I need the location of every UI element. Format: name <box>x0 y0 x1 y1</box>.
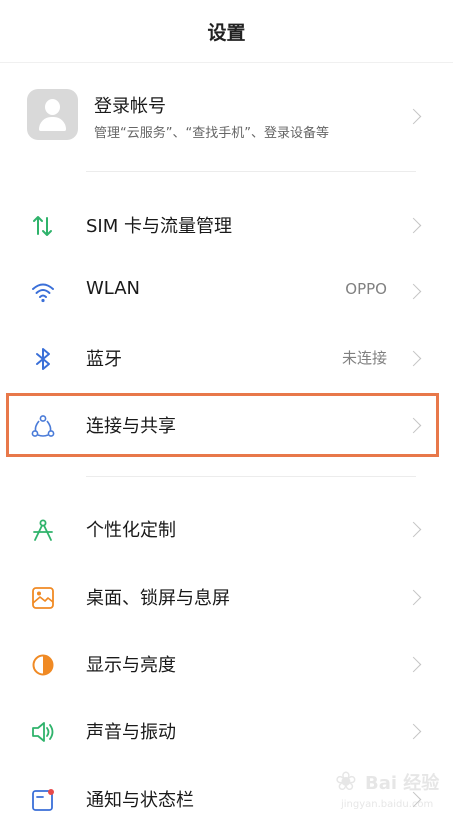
account-login-row[interactable]: 登录帐号 管理“云服务”、“查找手机”、登录设备等 <box>0 78 453 156</box>
settings-item-label: WLAN <box>86 278 141 299</box>
highlight-box <box>6 393 439 457</box>
settings-item-label: 通知与状态栏 <box>86 790 194 811</box>
settings-item-label: 桌面、锁屏与息屏 <box>86 588 230 609</box>
watermark-url: jingyan.baidu.com <box>341 799 434 810</box>
personalization-icon <box>33 519 53 541</box>
settings-item-bluetooth[interactable]: 蓝牙 未连接 <box>0 325 453 391</box>
settings-item-label: 声音与振动 <box>86 722 176 743</box>
brightness-icon <box>32 654 54 676</box>
notification-icon <box>32 789 54 811</box>
avatar <box>27 89 78 140</box>
bluetooth-icon <box>36 348 50 370</box>
settings-item-display[interactable]: 显示与亮度 <box>0 631 453 697</box>
chevron-right-icon <box>405 589 422 606</box>
chevron-right-icon <box>405 283 422 300</box>
watermark: ❀ Bai 经验 jingyan.baidu.com <box>335 763 445 819</box>
page-title: 设置 <box>207 21 246 44</box>
section-divider <box>86 171 416 172</box>
settings-item-label: SIM 卡与流量管理 <box>86 216 232 237</box>
settings-item-sound[interactable]: 声音与振动 <box>0 698 453 764</box>
paw-icon: ❀ <box>335 767 357 797</box>
wallpaper-icon <box>32 587 54 609</box>
chevron-right-icon <box>405 723 422 740</box>
account-subtitle: 管理“云服务”、“查找手机”、登录设备等 <box>94 126 329 141</box>
account-title: 登录帐号 <box>94 96 166 117</box>
section-divider <box>86 476 416 477</box>
header-divider <box>0 62 453 63</box>
settings-item-label: 个性化定制 <box>86 520 176 541</box>
settings-item-personalization[interactable]: 个性化定制 <box>0 496 453 562</box>
settings-item-sim[interactable]: SIM 卡与流量管理 <box>0 192 453 258</box>
chevron-right-icon <box>405 521 422 538</box>
settings-item-label: 蓝牙 <box>86 349 122 370</box>
settings-item-wallpaper[interactable]: 桌面、锁屏与息屏 <box>0 564 453 630</box>
sim-data-icon <box>33 216 52 236</box>
settings-item-label: 显示与亮度 <box>86 655 176 676</box>
chevron-right-icon <box>405 350 422 367</box>
chevron-right-icon <box>405 217 422 234</box>
wifi-icon <box>32 283 54 303</box>
chevron-right-icon <box>405 656 422 673</box>
settings-item-wlan[interactable]: WLAN OPPO <box>0 258 453 324</box>
bluetooth-status: 未连接 <box>341 349 387 367</box>
chevron-right-icon <box>405 108 422 125</box>
watermark-text: Bai 经验 <box>365 773 440 794</box>
sound-icon <box>32 722 54 742</box>
wlan-status: OPPO <box>345 280 387 298</box>
